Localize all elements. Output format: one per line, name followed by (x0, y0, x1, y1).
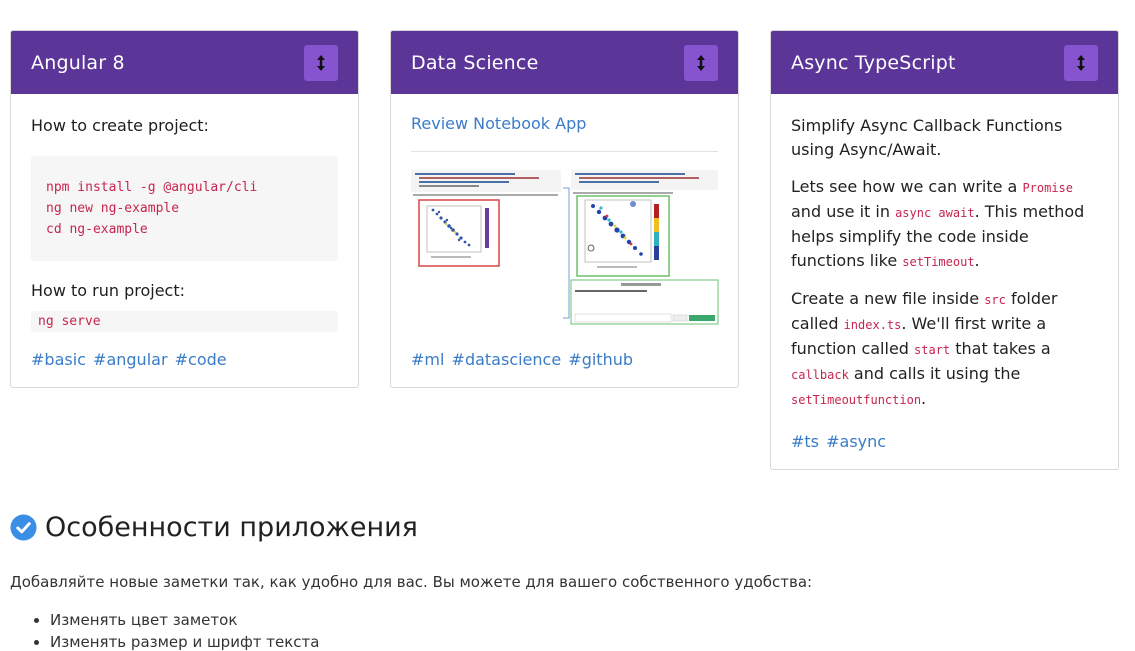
up-down-arrow-icon (1077, 54, 1085, 71)
notebook-screenshot (411, 168, 720, 328)
card-title: Async TypeScript (791, 51, 956, 74)
tag-list: #ml #datascience #github (411, 350, 718, 369)
paragraph: Create a new file inside src folder call… (791, 287, 1098, 412)
code-block: npm install -g @angular/cli ng new ng-ex… (31, 156, 338, 261)
feature-list: Изменять цвет заметок Изменять размер и … (10, 609, 1120, 651)
inline-code: src (984, 293, 1006, 307)
card-header: Async TypeScript (771, 31, 1118, 94)
up-down-arrow-icon (317, 54, 325, 71)
check-circle-icon (10, 514, 37, 541)
card-data-science: Data Science Review Notebook App #ml #da… (390, 30, 739, 388)
card-title: Data Science (411, 51, 539, 74)
toggle-button[interactable] (1064, 44, 1098, 81)
tag-list: #basic #angular #code (31, 350, 338, 369)
divider (411, 151, 718, 152)
tag-link[interactable]: #basic (31, 350, 86, 369)
tag-link[interactable]: #github (568, 350, 633, 369)
text: and use it in (791, 202, 896, 221)
tag-list: #ts #async (791, 432, 1098, 451)
code-inline: ng serve (31, 311, 338, 332)
article-heading: Simplify Async Callback Functions using … (791, 116, 1063, 159)
toggle-button[interactable] (684, 44, 718, 81)
text: and calls it using the (848, 364, 1021, 383)
list-item: Изменять размер и шрифт текста (50, 631, 1120, 651)
text: . (974, 251, 980, 270)
text: that takes a (950, 339, 1051, 358)
tag-link[interactable]: #async (826, 432, 886, 451)
section-description: Добавляйте новые заметки так, как удобно… (10, 573, 813, 591)
notebook-link[interactable]: Review Notebook App (411, 114, 586, 133)
card-header: Data Science (391, 31, 738, 94)
inline-code: setTimeoutfunction (791, 393, 922, 407)
section-heading: Особенности приложения (10, 512, 1120, 543)
inline-code: callback (791, 368, 849, 382)
section-title: Особенности приложения (45, 512, 418, 543)
card-angular: Angular 8 How to create project: npm ins… (10, 30, 359, 388)
tag-link[interactable]: #datascience (452, 350, 562, 369)
text: . (921, 389, 927, 408)
create-heading: How to create project: (31, 116, 209, 135)
text: Create a new file inside (791, 289, 985, 308)
up-down-arrow-icon (697, 54, 705, 71)
inline-code: setTimeout (902, 255, 975, 269)
features-section: Особенности приложения Добавляйте новые … (10, 512, 1120, 651)
tag-link[interactable]: #ml (411, 350, 444, 369)
inline-code: start (914, 343, 951, 357)
inline-code: index.ts (843, 318, 902, 332)
inline-code: async await (895, 206, 975, 220)
card-async-typescript: Async TypeScript Simplify Async Callback… (770, 30, 1119, 470)
list-item: Изменять цвет заметок (50, 609, 1120, 631)
toggle-button[interactable] (304, 44, 338, 81)
tag-link[interactable]: #angular (93, 350, 167, 369)
text: Lets see how we can write a (791, 177, 1023, 196)
card-title: Angular 8 (31, 51, 125, 74)
paragraph: Lets see how we can write a Promise and … (791, 175, 1098, 274)
tag-link[interactable]: #code (175, 350, 227, 369)
run-heading: How to run project: (31, 281, 186, 300)
tag-link[interactable]: #ts (791, 432, 819, 451)
inline-code: Promise (1022, 181, 1074, 195)
card-header: Angular 8 (11, 31, 358, 94)
